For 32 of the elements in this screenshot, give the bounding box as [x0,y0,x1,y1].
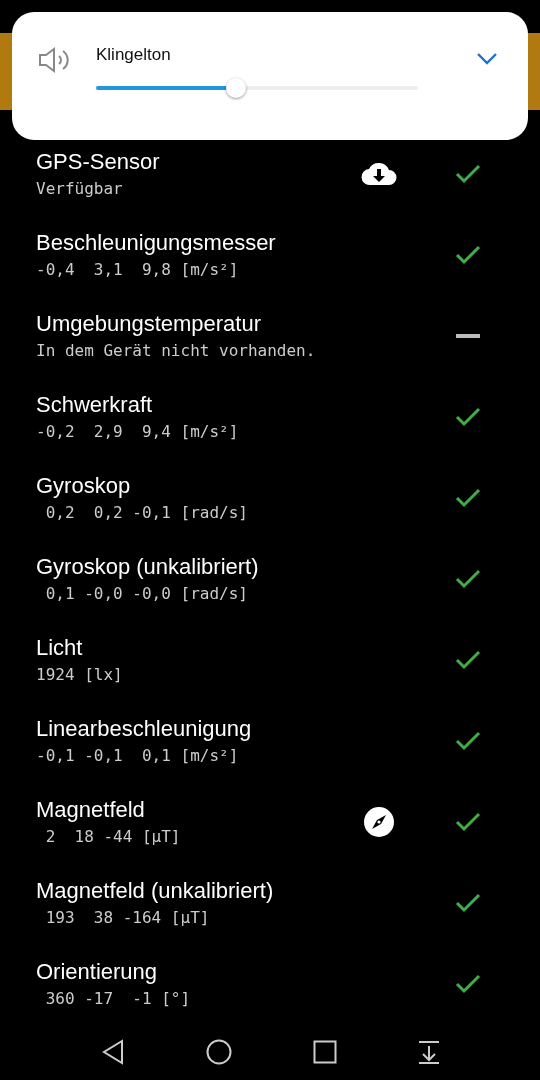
sensor-name: Schwerkraft [36,391,154,418]
sensor-name: Beschleunigungsmesser [36,229,277,256]
sensor-name: Gyroskop [36,472,132,499]
sensor-value: 2 18 -44 [μT] [44,826,182,847]
sensor-value: 0,2 0,2 -0,1 [rad/s] [44,502,249,523]
sensor-name: Magnetfeld [36,796,146,823]
speaker-icon [38,46,70,74]
sensor-value: Verfügbar [36,178,124,199]
cloud-download-icon [361,161,397,186]
sensor-value: 193 38 -164 [μT] [44,907,211,928]
sensor-value: In dem Gerät nicht vorhanden. [36,340,317,361]
sensor-name: Magnetfeld (unkalibriert) [36,877,275,904]
sensor-value: 360 -17 -1 [°] [44,988,192,1009]
chevron-down-icon[interactable] [476,52,498,66]
sensor-name: Licht [36,634,84,661]
sensor-name: Gyroskop (unkalibriert) [36,553,260,580]
recents-icon[interactable] [312,1040,337,1064]
sensor-name: Linearbeschleunigung [36,715,253,742]
sensor-value: 0,1 -0,0 -0,0 [rad/s] [44,583,249,604]
sensor-value: 1924 [lx] [36,664,124,685]
back-icon[interactable] [100,1039,125,1065]
slider-thumb[interactable] [226,78,247,98]
sensor-name: Orientierung [36,958,159,985]
volume-label: Klingelton [96,44,172,66]
home-icon[interactable] [205,1039,232,1065]
sensor-value: -0,4 3,1 9,8 [m/s²] [36,259,240,280]
sensor-name: GPS-Sensor [36,148,161,175]
compass-icon [364,806,394,837]
sensor-value: -0,1 -0,1 0,1 [m/s²] [36,745,240,766]
sensor-name: Umgebungstemperatur [36,310,262,337]
sensor-value: -0,2 2,9 9,4 [m/s²] [36,421,240,442]
notification-pull-icon[interactable] [417,1040,440,1064]
